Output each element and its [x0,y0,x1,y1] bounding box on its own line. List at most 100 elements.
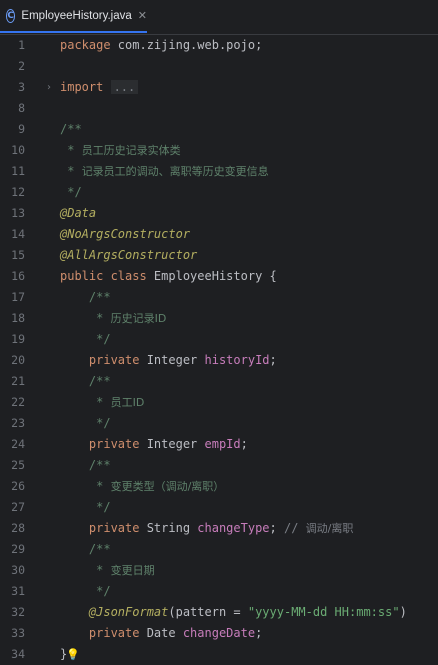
code-line[interactable]: 16 public class EmployeeHistory { [0,266,438,287]
code-text: @JsonFormat(pattern = "yyyy-MM-dd HH:mm:… [60,602,407,623]
code-text: * 记录员工的调动、离职等历史变更信息 [60,161,269,182]
code-line[interactable]: 22 * 员工ID [0,392,438,413]
line-number: 30 [11,563,25,577]
code-text: */ [60,497,110,518]
code-line[interactable]: 15 @AllArgsConstructor [0,245,438,266]
close-icon[interactable]: ✕ [138,9,147,22]
code-line[interactable]: 32 @JsonFormat(pattern = "yyyy-MM-dd HH:… [0,602,438,623]
line-number: 3 [18,80,25,94]
code-token: ; [269,353,277,367]
lightbulb-icon[interactable]: 💡 [66,644,80,665]
code-token: * [60,395,111,409]
code-line[interactable]: 25 /** [0,455,438,476]
code-token: */ [60,584,111,598]
code-text: /** [60,539,111,560]
line-number: 13 [11,206,25,220]
code-token: com.zijing.web.pojo; [117,38,263,52]
line-number: 26 [11,479,25,493]
tab-label: EmployeeHistory.java [21,9,132,22]
code-token: ) [399,605,407,619]
code-token: private [60,626,147,640]
code-text: private Integer empId; [60,434,248,455]
code-text: */ [60,182,81,203]
code-text: * 变更日期 [60,560,154,581]
code-token: historyId [204,353,270,367]
line-number: 23 [11,416,25,430]
code-text: * 变更类型（调动/离职） [60,476,224,497]
code-token: /** [60,290,111,304]
code-token: public class [60,269,154,283]
code-line[interactable]: 3 › import ... [0,77,438,98]
code-line[interactable]: 33 private Date changeDate; [0,623,438,644]
code-line[interactable]: 30 * 变更日期 [0,560,438,581]
code-line[interactable]: 11 * 记录员工的调动、离职等历史变更信息 [0,161,438,182]
tab-employee-history[interactable]: C EmployeeHistory.java ✕ [0,0,147,33]
line-number: 28 [11,521,25,535]
line-number: 33 [11,626,25,640]
code-line[interactable]: 12 */ [0,182,438,203]
line-number: 8 [18,101,25,115]
line-number: 14 [11,227,25,241]
code-editor[interactable]: 1 package com.zijing.web.pojo; 2 3 › import .… [0,35,438,665]
code-line[interactable]: 24 private Integer empId; [0,434,438,455]
code-token: @JsonFormat [60,605,169,619]
code-token: changeDate [182,626,256,640]
code-token: // [283,521,306,535]
code-token: import [60,80,111,94]
code-line[interactable]: 14 @NoArgsConstructor [0,224,438,245]
code-token: Integer [146,437,205,451]
code-token: * [60,479,111,493]
code-line[interactable]: 9 /** [0,119,438,140]
line-number: 18 [11,311,25,325]
code-token: */ [60,332,111,346]
code-text: @Data [60,203,96,224]
line-number: 16 [11,269,25,283]
code-line[interactable]: 17 /** [0,287,438,308]
code-token: changeType [197,521,270,535]
code-text: * 历史记录ID [60,308,166,329]
code-line[interactable]: 20 private Integer historyId; [0,350,438,371]
code-line[interactable]: 8 [0,98,438,119]
code-line[interactable]: 10 * 员工历史记录实体类 [0,140,438,161]
code-token: 变更类型（调动/离职） [110,480,225,493]
code-token: @NoArgsConstructor [60,227,191,241]
code-text: @NoArgsConstructor [60,224,190,245]
code-text: /** [60,371,111,392]
line-number: 21 [11,374,25,388]
code-line[interactable]: 28 private String changeType; // 调动/离职 [0,518,438,539]
code-token: Integer [146,353,205,367]
editor-tab-bar: C EmployeeHistory.java ✕ [0,0,438,35]
fold-chevron-icon[interactable]: › [47,77,51,98]
line-number: 10 [11,143,25,157]
java-class-icon: C [6,8,16,23]
code-token: Date [146,626,183,640]
code-token: @AllArgsConstructor [60,248,198,262]
code-line[interactable]: 34} 💡 [0,644,438,665]
code-line[interactable]: 27 */ [0,497,438,518]
code-token: */ [60,416,111,430]
code-token: * [60,143,82,157]
code-token: 记录员工的调动、离职等历史变更信息 [81,165,269,178]
line-number: 11 [11,164,25,178]
code-line[interactable]: 1 package com.zijing.web.pojo; [0,35,438,56]
line-number: 12 [11,185,25,199]
code-token: package [60,38,118,52]
code-line[interactable]: 13 @Data [0,203,438,224]
code-token: private [60,521,147,535]
code-line[interactable]: 18 * 历史记录ID [0,308,438,329]
line-number: 27 [11,500,25,514]
code-line[interactable]: 19 */ [0,329,438,350]
code-token: /** [60,122,82,136]
code-text: import ... [60,77,139,98]
code-text: */ [60,329,111,350]
code-line[interactable]: 26 * 变更类型（调动/离职） [0,476,438,497]
code-line[interactable]: 23 */ [0,413,438,434]
line-number: 34 [11,647,25,661]
code-line[interactable]: 29 /** [0,539,438,560]
code-line[interactable]: 2 [0,56,438,77]
code-token: empId [204,437,241,451]
code-token: String [146,521,198,535]
code-line[interactable]: 21 /** [0,371,438,392]
code-text: */ [60,581,111,602]
code-line[interactable]: 31 */ [0,581,438,602]
